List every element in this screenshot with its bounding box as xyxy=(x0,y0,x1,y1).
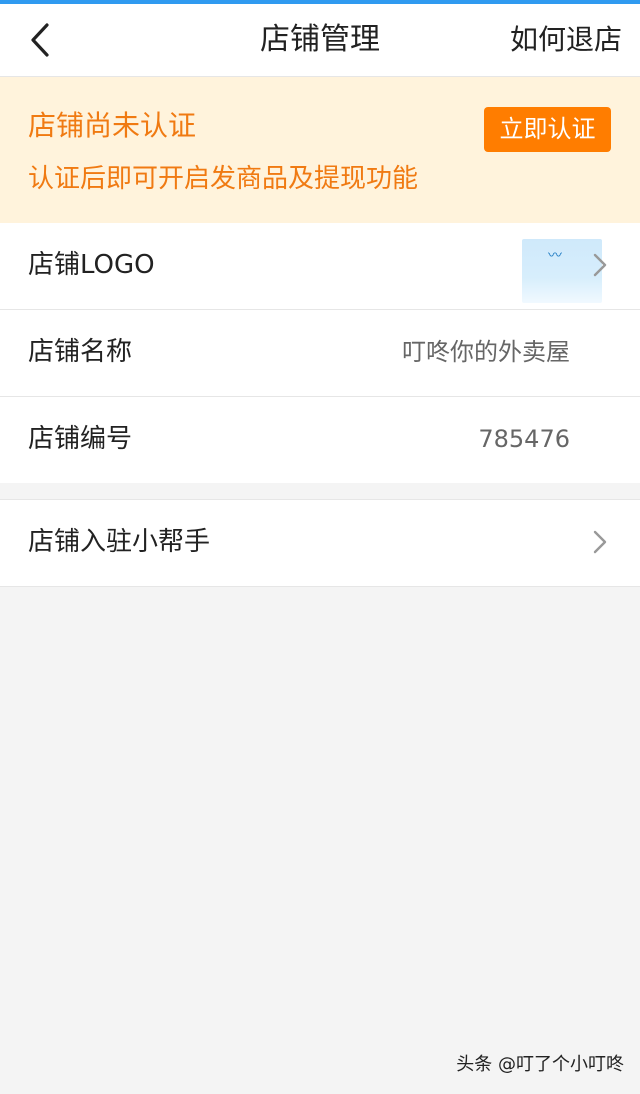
store-name-label: 店铺名称 xyxy=(28,337,133,367)
helper-arrow xyxy=(586,528,614,556)
store-name-value: 叮咚你的外卖屋 xyxy=(402,338,570,366)
store-name-row: 店铺名称 叮咚你的外卖屋 xyxy=(0,310,640,397)
certify-now-button[interactable]: 立即认证 xyxy=(484,107,611,152)
store-logo-label: 店铺LOGO xyxy=(28,250,155,280)
store-onboarding-helper-row[interactable]: 店铺入驻小帮手 xyxy=(0,499,640,587)
how-to-close-store-link[interactable]: 如何退店 xyxy=(510,22,622,58)
watermark: 头条 @叮了个小叮咚 xyxy=(456,1054,624,1075)
certification-banner: 店铺尚未认证 认证后即可开启发商品及提现功能 立即认证 xyxy=(0,77,640,223)
store-id-label: 店铺编号 xyxy=(28,424,133,454)
certification-description: 认证后即可开启发商品及提现功能 xyxy=(28,164,419,194)
store-id-row: 店铺编号 785476 xyxy=(0,397,640,483)
logo-mark-icon: 〰 xyxy=(548,248,562,264)
certification-status: 店铺尚未认证 xyxy=(28,109,197,142)
store-id-value: 785476 xyxy=(478,425,570,453)
store-logo-arrow xyxy=(586,251,614,279)
store-logo-row[interactable]: 店铺LOGO 〰 xyxy=(0,223,640,310)
store-info-list: 店铺LOGO 〰 店铺名称 叮咚你的外卖屋 店铺编号 785476 xyxy=(0,223,640,483)
chevron-right-icon xyxy=(593,253,607,277)
store-onboarding-helper-label: 店铺入驻小帮手 xyxy=(28,527,211,557)
navigation-bar: 店铺管理 如何退店 xyxy=(0,4,640,77)
chevron-right-icon xyxy=(593,530,607,554)
